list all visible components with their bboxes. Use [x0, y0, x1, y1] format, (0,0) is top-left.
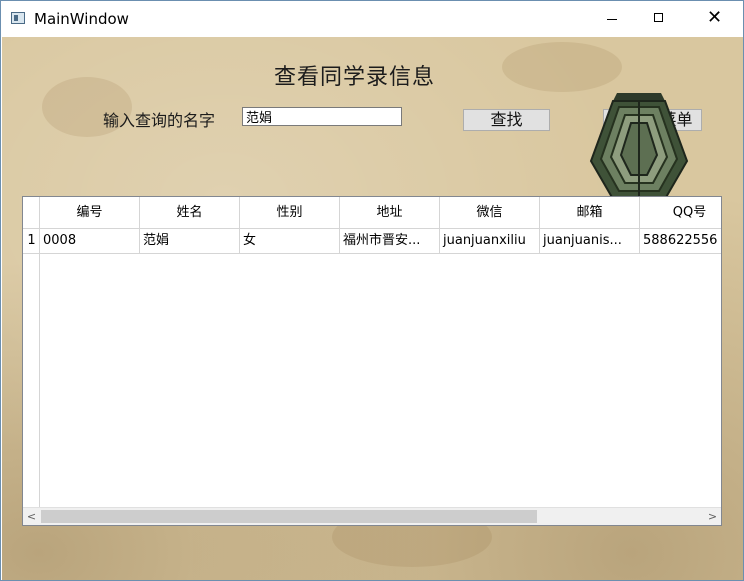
table-corner[interactable] — [23, 197, 40, 229]
minimize-icon — [607, 19, 617, 20]
horizontal-scrollbar[interactable]: < > — [23, 507, 721, 525]
cell-qq[interactable]: 588622556 — [640, 229, 721, 253]
table-row[interactable]: 1 0008 范娟 女 福州市晋安... juanjuanxiliu juanj… — [23, 229, 721, 254]
row-number[interactable]: 1 — [23, 229, 40, 253]
cell-address[interactable]: 福州市晋安... — [340, 229, 440, 253]
scroll-thumb[interactable] — [41, 510, 537, 523]
maximize-button[interactable] — [635, 1, 681, 37]
column-header-wechat[interactable]: 微信 — [440, 197, 540, 229]
column-header-qq[interactable]: QQ号 — [640, 197, 721, 229]
column-header-gender[interactable]: 性别 — [240, 197, 340, 229]
cell-id[interactable]: 0008 — [40, 229, 140, 253]
title-bar: MainWindow ✕ — [1, 1, 743, 37]
window-title: MainWindow — [34, 10, 129, 28]
cell-gender[interactable]: 女 — [240, 229, 340, 253]
table-header: 编号 姓名 性别 地址 微信 邮箱 QQ号 — [40, 197, 721, 229]
cell-wechat[interactable]: juanjuanxiliu — [440, 229, 540, 253]
page-title: 查看同学录信息 — [274, 65, 436, 90]
client-area: 查看同学录信息 输入查询的名字 查找 返回主菜单 编号 姓名 性别 地址 微信 … — [2, 37, 743, 580]
search-button[interactable]: 查找 — [463, 109, 550, 131]
column-header-address[interactable]: 地址 — [340, 197, 440, 229]
app-icon — [11, 12, 25, 24]
minimize-button[interactable] — [589, 1, 635, 37]
cell-email[interactable]: juanjuanis... — [540, 229, 640, 253]
close-icon: ✕ — [707, 7, 723, 28]
search-input[interactable] — [242, 107, 402, 126]
column-header-name[interactable]: 姓名 — [140, 197, 240, 229]
column-header-id[interactable]: 编号 — [40, 197, 140, 229]
row-header-column — [23, 229, 40, 507]
lantern-decoration — [589, 93, 689, 200]
paper-texture — [502, 42, 622, 92]
maximize-icon — [654, 13, 663, 22]
cell-name[interactable]: 范娟 — [140, 229, 240, 253]
main-window: MainWindow ✕ 查看同学录信息 输入查询的名字 查找 返回主菜单 编号… — [0, 0, 744, 581]
classmate-table[interactable]: 编号 姓名 性别 地址 微信 邮箱 QQ号 1 0008 范娟 女 福州市晋安.… — [22, 196, 722, 526]
scroll-right-icon[interactable]: > — [704, 508, 721, 525]
scroll-left-icon[interactable]: < — [23, 508, 40, 525]
search-label: 输入查询的名字 — [103, 111, 216, 130]
column-header-email[interactable]: 邮箱 — [540, 197, 640, 229]
close-button[interactable]: ✕ — [691, 1, 737, 37]
